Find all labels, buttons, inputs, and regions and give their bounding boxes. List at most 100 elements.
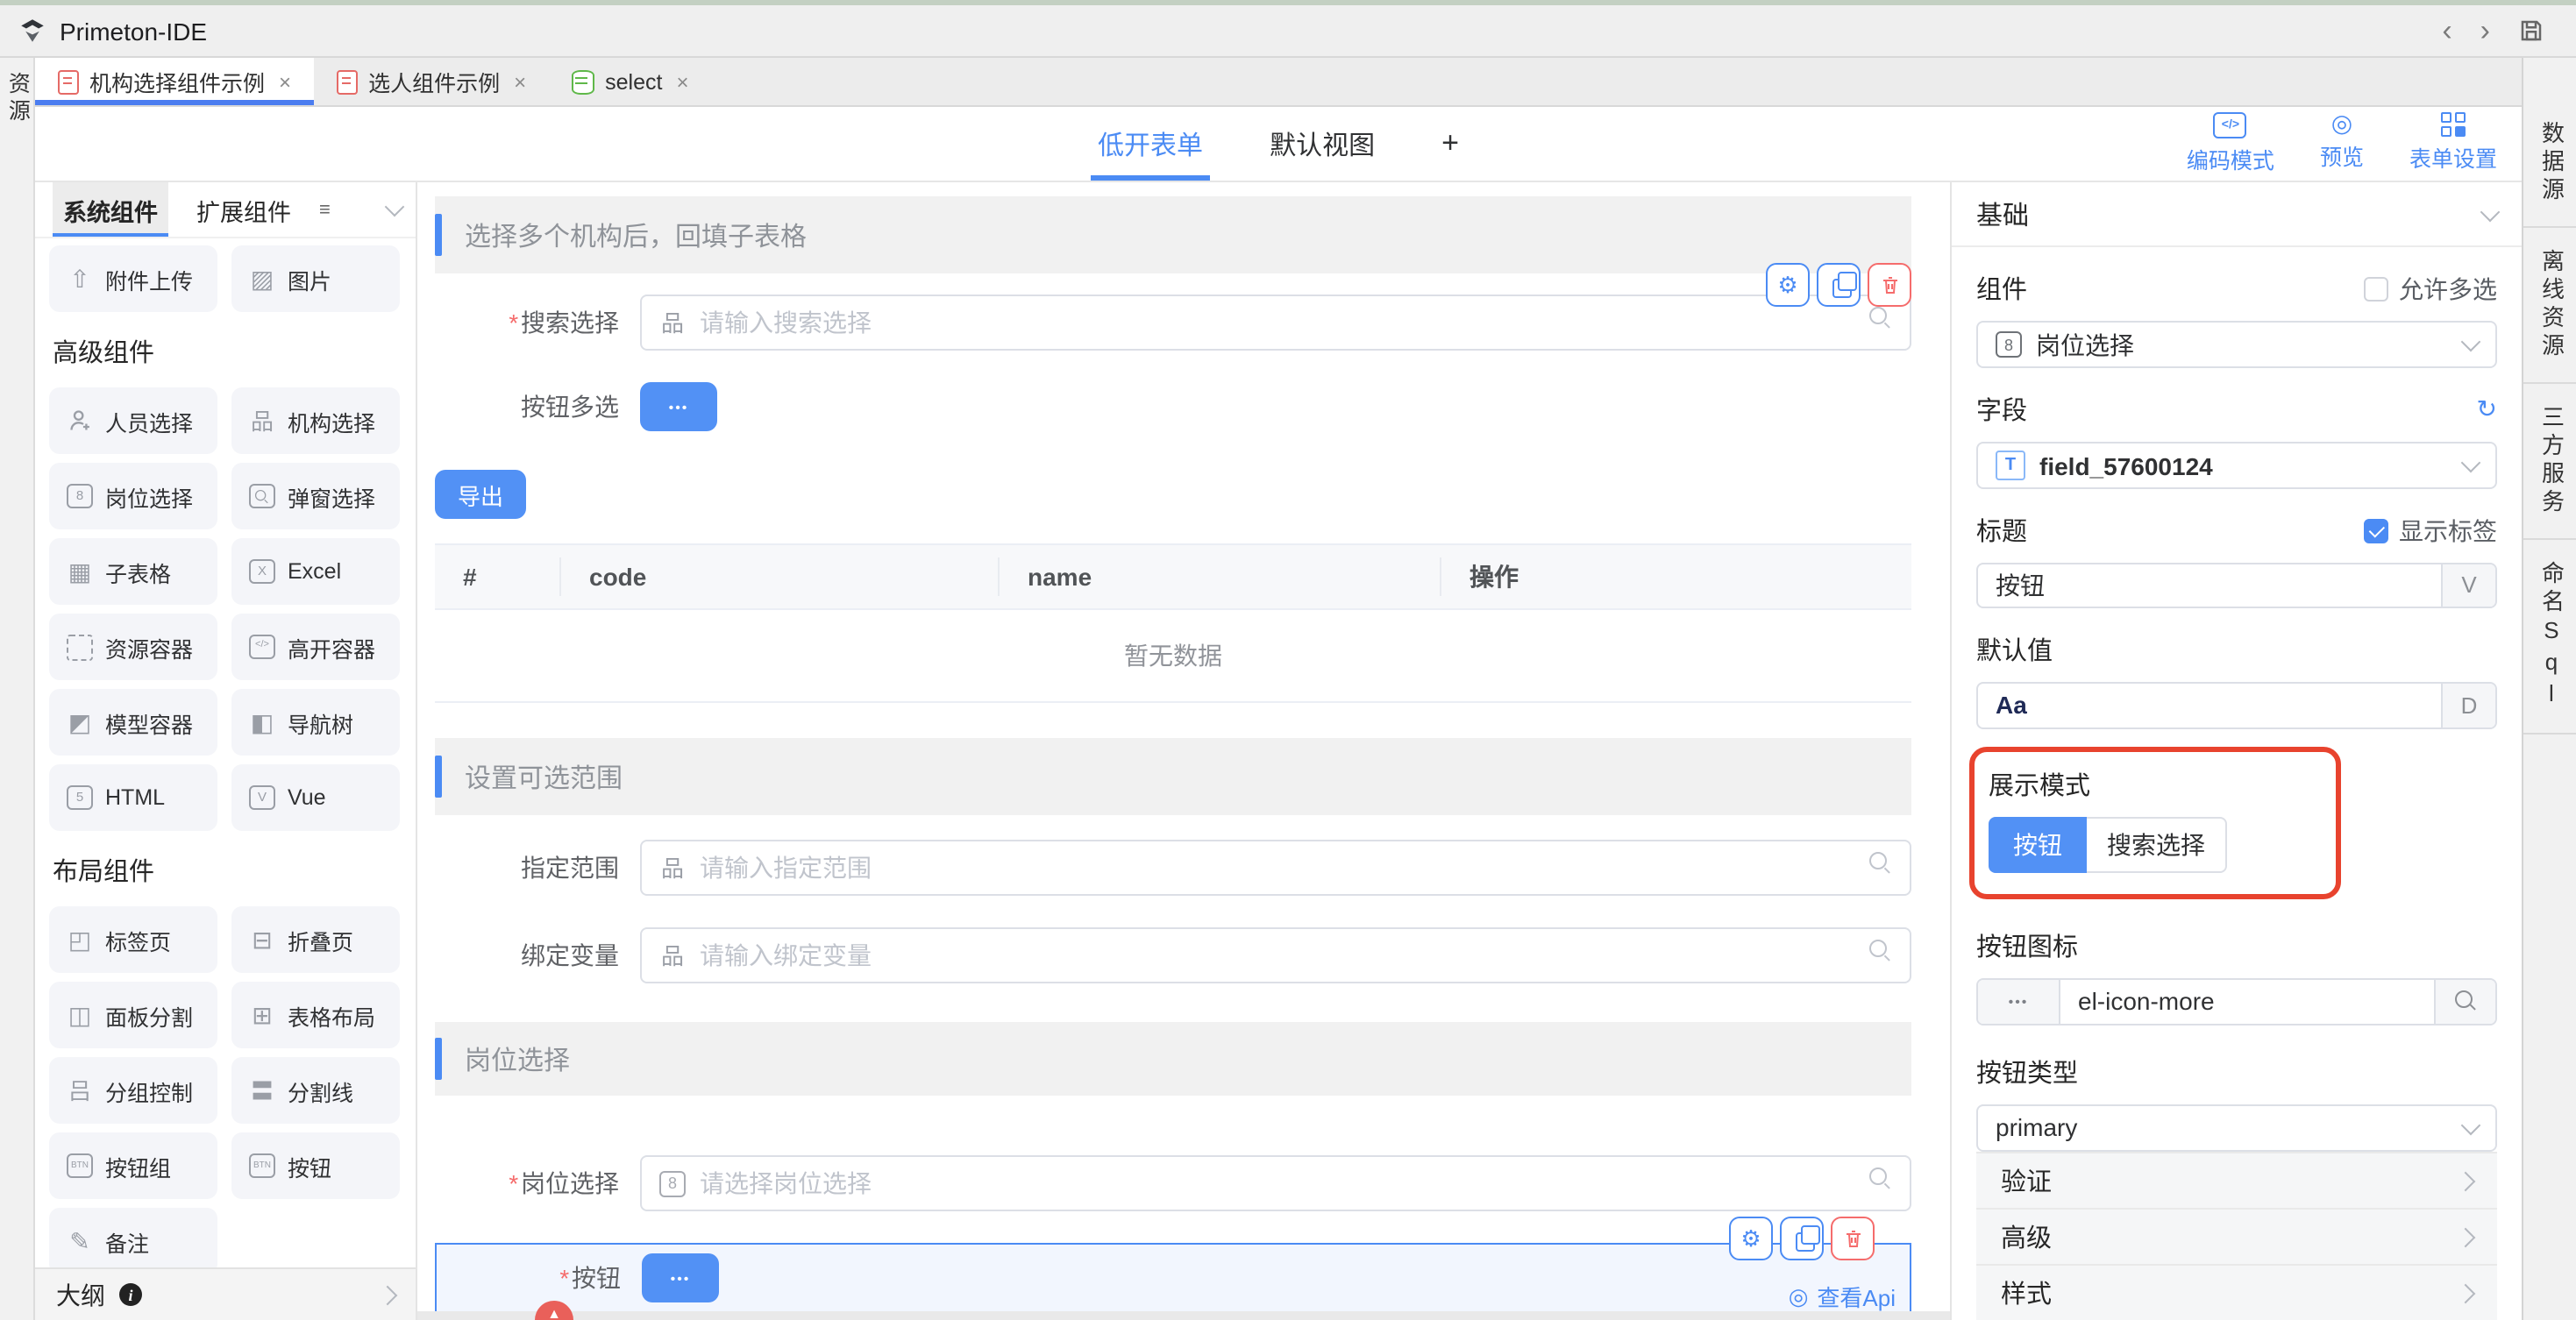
- preview-button[interactable]: ◎ 预览: [2320, 112, 2364, 175]
- component-item-tab-page[interactable]: ◰标签页: [49, 906, 217, 973]
- gear-icon[interactable]: ⚙: [1729, 1217, 1773, 1260]
- component-item-collapse-page[interactable]: ⊟折叠页: [231, 906, 400, 973]
- field-row-range[interactable]: 指定范围 品 请输入指定范围: [435, 840, 1911, 896]
- file-tab-org-select-demo[interactable]: 机构选择组件示例 ×: [35, 58, 314, 105]
- component-item-button[interactable]: BTN按钮: [231, 1132, 400, 1199]
- export-button[interactable]: 导出: [435, 470, 526, 519]
- required-mark: *: [508, 309, 517, 337]
- button-type-select[interactable]: primary: [1976, 1104, 2497, 1152]
- component-item-html[interactable]: 5HTML: [49, 764, 217, 831]
- field-row-search-select[interactable]: ⚙ *搜索选择 品 请输入搜索选择: [435, 295, 1911, 351]
- file-tab-person-select-demo[interactable]: 选人组件示例 ×: [314, 58, 549, 105]
- component-item-label: 分割线: [288, 1074, 353, 1107]
- form-settings-button[interactable]: 表单设置: [2409, 112, 2497, 175]
- component-item-attachment-upload[interactable]: ⇧附件上传: [49, 245, 217, 312]
- chevron-right-icon[interactable]: [378, 1285, 398, 1305]
- field-row-post-select[interactable]: *岗位选择 8 请选择岗位选择: [435, 1155, 1911, 1211]
- button-icon-input[interactable]: ••• el-icon-more: [1976, 978, 2497, 1025]
- props-group-basic[interactable]: 基础: [1952, 182, 2522, 247]
- section-header-2[interactable]: 设置可选范围: [435, 738, 1911, 815]
- section-header-3[interactable]: 岗位选择: [435, 1022, 1911, 1096]
- component-item-org-select[interactable]: 品机构选择: [231, 387, 400, 454]
- trash-icon[interactable]: [1868, 263, 1911, 307]
- file-tab-select[interactable]: select ×: [549, 58, 711, 105]
- tab-low-code-form[interactable]: 低开表单: [1098, 107, 1203, 181]
- component-item-subtable[interactable]: ▦子表格: [49, 538, 217, 605]
- accordion-validation[interactable]: 验证: [1976, 1152, 2497, 1208]
- checkbox-checked[interactable]: [2364, 518, 2388, 543]
- strip-item-datasource[interactable]: 数据源: [2523, 100, 2576, 228]
- copy-icon[interactable]: [1817, 263, 1861, 307]
- variable-suffix-button[interactable]: V: [2441, 564, 2495, 606]
- gear-icon[interactable]: ⚙: [1766, 263, 1810, 307]
- strip-item-offline-resource[interactable]: 离线资源: [2523, 228, 2576, 384]
- chevron-down-icon[interactable]: [385, 197, 405, 217]
- bind-var-input[interactable]: 品 请输入绑定变量: [640, 927, 1911, 983]
- allow-multi-checkbox[interactable]: 允许多选: [2364, 271, 2497, 306]
- component-item-vue[interactable]: VVue: [231, 764, 400, 831]
- save-icon[interactable]: [2518, 18, 2544, 44]
- section-header-1[interactable]: 选择多个机构后，回填子表格: [435, 196, 1911, 273]
- more-dots-button[interactable]: •••: [640, 382, 717, 431]
- trash-icon[interactable]: [1831, 1217, 1875, 1260]
- accordion-style[interactable]: 样式: [1976, 1264, 2497, 1320]
- segment-search-select[interactable]: 搜索选择: [2087, 817, 2227, 873]
- add-view-button[interactable]: +: [1441, 107, 1459, 181]
- field-select[interactable]: T field_57600124: [1976, 442, 2497, 489]
- nav-forward-icon[interactable]: ›: [2480, 16, 2490, 46]
- icon-preview-box[interactable]: •••: [1978, 980, 2060, 1024]
- chevron-down-icon[interactable]: [2480, 202, 2501, 222]
- icon-search-button[interactable]: [2434, 980, 2495, 1024]
- default-value-input[interactable]: Aa D: [1976, 681, 2497, 728]
- component-item-person-select[interactable]: 人员选择: [49, 387, 217, 454]
- component-item-table-layout[interactable]: ⊞表格布局: [231, 982, 400, 1048]
- range-input[interactable]: 品 请输入指定范围: [640, 840, 1911, 896]
- close-tab-icon[interactable]: ×: [514, 69, 526, 94]
- strip-item-third-party-service[interactable]: 三方服务: [2523, 384, 2576, 540]
- component-item-divider[interactable]: 〓分割线: [231, 1057, 400, 1124]
- post-select-input[interactable]: 8 请选择岗位选择: [640, 1155, 1911, 1211]
- refresh-icon[interactable]: ↻: [2477, 394, 2497, 424]
- close-tab-icon[interactable]: ×: [676, 69, 688, 94]
- segment-button-active[interactable]: 按钮: [1989, 817, 2087, 873]
- resource-strip-label[interactable]: 资源: [4, 72, 30, 126]
- component-item-highcode-container[interactable]: </>高开容器: [231, 614, 400, 680]
- checkbox-unchecked[interactable]: [2364, 276, 2388, 301]
- copy-icon[interactable]: [1780, 1217, 1824, 1260]
- strip-item-named-sql[interactable]: 命名Sql: [2523, 540, 2576, 735]
- component-item-nav-tree[interactable]: ◧导航树: [231, 689, 400, 756]
- component-item-group-control[interactable]: 吕分组控制: [49, 1057, 217, 1124]
- component-item-image[interactable]: ▨图片: [231, 245, 400, 312]
- nav-back-icon[interactable]: ‹: [2442, 16, 2451, 46]
- component-item-post-select[interactable]: 8岗位选择: [49, 463, 217, 529]
- component-item-label: 高开容器: [288, 630, 375, 664]
- component-item-note[interactable]: ✎备注: [49, 1208, 217, 1267]
- component-item-button-group[interactable]: BTN按钮组: [49, 1132, 217, 1199]
- component-item-resource-container[interactable]: 资源容器: [49, 614, 217, 680]
- default-suffix-button[interactable]: D: [2441, 683, 2495, 727]
- outline-footer[interactable]: 大纲 i: [35, 1267, 416, 1320]
- accordion-advanced[interactable]: 高级: [1976, 1208, 2497, 1264]
- component-item-popup-select[interactable]: 弹窗选择: [231, 463, 400, 529]
- search-select-input[interactable]: 品 请输入搜索选择: [640, 295, 1911, 351]
- palette-scroll-area[interactable]: ⇧附件上传 ▨图片 高级组件 人员选择 品机构选择 8岗位选择 弹窗选择 ▦子表…: [35, 238, 416, 1267]
- org-tree-icon: 品: [659, 856, 686, 879]
- close-tab-icon[interactable]: ×: [279, 69, 291, 94]
- component-item-panel-split[interactable]: ◫面板分割: [49, 982, 217, 1048]
- tab-system-components[interactable]: 系统组件: [53, 182, 168, 237]
- view-api-link[interactable]: ◎ 查看Api: [1789, 1280, 1896, 1313]
- component-item-model-container[interactable]: ◩模型容器: [49, 689, 217, 756]
- horizontal-scrollbar[interactable]: [417, 1311, 1950, 1320]
- field-row-button-multi[interactable]: 按钮多选 •••: [435, 382, 1911, 431]
- menu-icon[interactable]: ≡: [319, 199, 331, 220]
- code-mode-button[interactable]: </> 编码模式: [2187, 112, 2274, 175]
- component-item-excel[interactable]: XExcel: [231, 538, 400, 605]
- title-input[interactable]: 按钮 V: [1976, 563, 2497, 607]
- more-dots-button[interactable]: •••: [642, 1253, 719, 1302]
- selected-field-row-button[interactable]: ⚙ *按钮 ••• ◎ 查看Api: [435, 1243, 1911, 1313]
- component-type-select[interactable]: 8 岗位选择: [1976, 321, 2497, 368]
- show-label-checkbox[interactable]: 显示标签: [2364, 513, 2497, 548]
- tab-extension-components[interactable]: 扩展组件: [186, 182, 302, 237]
- field-row-bind-var[interactable]: 绑定变量 品 请输入绑定变量: [435, 927, 1911, 983]
- tab-default-view[interactable]: 默认视图: [1270, 107, 1375, 181]
